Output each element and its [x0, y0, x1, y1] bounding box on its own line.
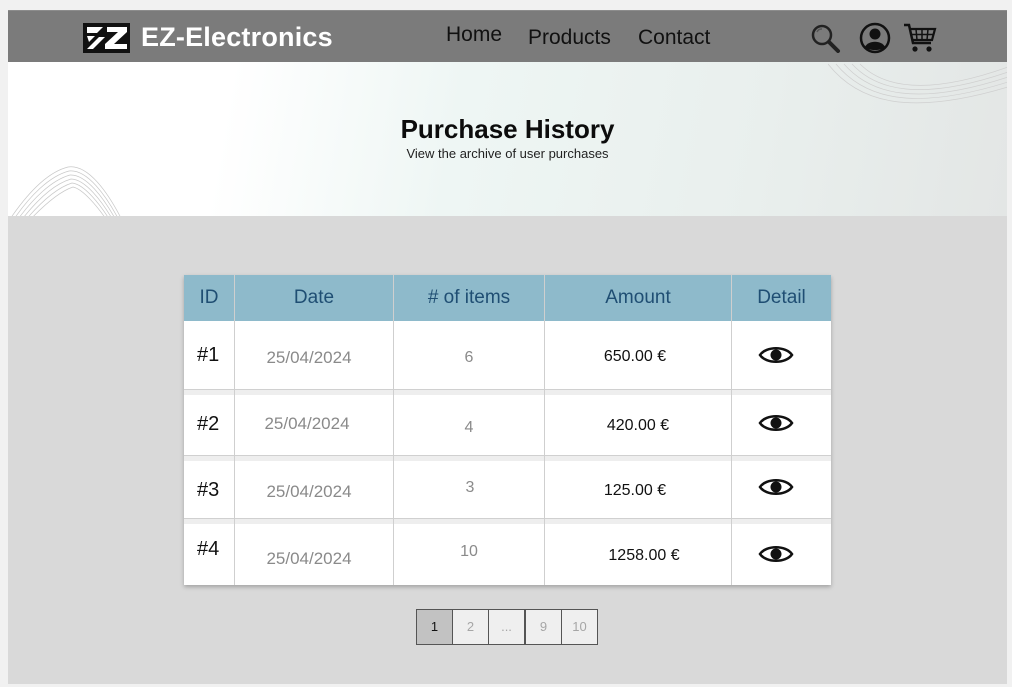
- order-amount: 650.00 €: [603, 348, 667, 365]
- column-header-id[interactable]: ID: [184, 275, 234, 321]
- page-title: Purchase History: [400, 114, 615, 144]
- nav-products-link[interactable]: Products: [528, 26, 611, 50]
- page-subtitle: View the archive of user purchases: [406, 146, 609, 161]
- order-amount: 420.00 €: [606, 417, 670, 434]
- page: EZ-Electronics Home Products Contact Pur…: [8, 10, 1007, 684]
- page-button-2[interactable]: 2: [452, 609, 489, 645]
- brand-logo-icon[interactable]: [83, 23, 130, 53]
- order-id: #4: [197, 538, 220, 560]
- order-item-count: 3: [465, 479, 475, 496]
- order-id: #1: [197, 344, 220, 366]
- row-divider: [184, 455, 831, 461]
- table-header-row: ID Date # of items Amount Detail: [184, 275, 831, 321]
- column-header-amount[interactable]: Amount: [545, 275, 731, 321]
- order-date: 25/04/2024: [266, 549, 352, 568]
- page-button-10[interactable]: 10: [561, 609, 598, 645]
- brand-name[interactable]: EZ-Electronics: [141, 22, 333, 53]
- order-amount: 125.00 €: [603, 482, 667, 499]
- eye-icon[interactable]: [758, 343, 794, 367]
- column-header-date[interactable]: Date: [235, 275, 393, 321]
- shopping-cart-icon[interactable]: [903, 22, 937, 54]
- order-id: #2: [197, 413, 220, 435]
- row-divider: [184, 389, 831, 395]
- purchase-history-table: ID Date # of items Amount Detail #1 25/0…: [184, 275, 831, 585]
- column-divider: [731, 275, 732, 585]
- eye-icon[interactable]: [758, 542, 794, 566]
- order-date: 25/04/2024: [266, 348, 352, 367]
- order-item-count: 6: [464, 349, 474, 366]
- nav-contact-link[interactable]: Contact: [638, 26, 710, 50]
- nav-home-link[interactable]: Home: [446, 23, 502, 47]
- page-button-1[interactable]: 1: [416, 609, 453, 645]
- top-navigation-bar: EZ-Electronics Home Products Contact: [8, 10, 1007, 62]
- decorative-wave-lines: [828, 63, 1007, 104]
- order-id: #3: [197, 479, 220, 501]
- order-item-count: 4: [464, 419, 474, 436]
- hero-banner: Purchase History View the archive of use…: [8, 62, 1007, 216]
- page-ellipsis[interactable]: ...: [488, 609, 525, 645]
- eye-icon[interactable]: [758, 411, 794, 435]
- order-date: 25/04/2024: [264, 414, 350, 433]
- order-amount: 1258.00 €: [608, 547, 680, 564]
- user-account-icon[interactable]: [859, 22, 891, 54]
- column-header-detail[interactable]: Detail: [732, 275, 831, 321]
- page-button-9[interactable]: 9: [525, 609, 562, 645]
- column-header-items[interactable]: # of items: [394, 275, 544, 321]
- row-divider: [184, 518, 831, 524]
- decorative-wave-lines: [11, 166, 121, 216]
- order-item-count: 10: [460, 543, 478, 560]
- search-icon[interactable]: [809, 23, 841, 53]
- order-date: 25/04/2024: [266, 482, 352, 501]
- eye-icon[interactable]: [758, 475, 794, 499]
